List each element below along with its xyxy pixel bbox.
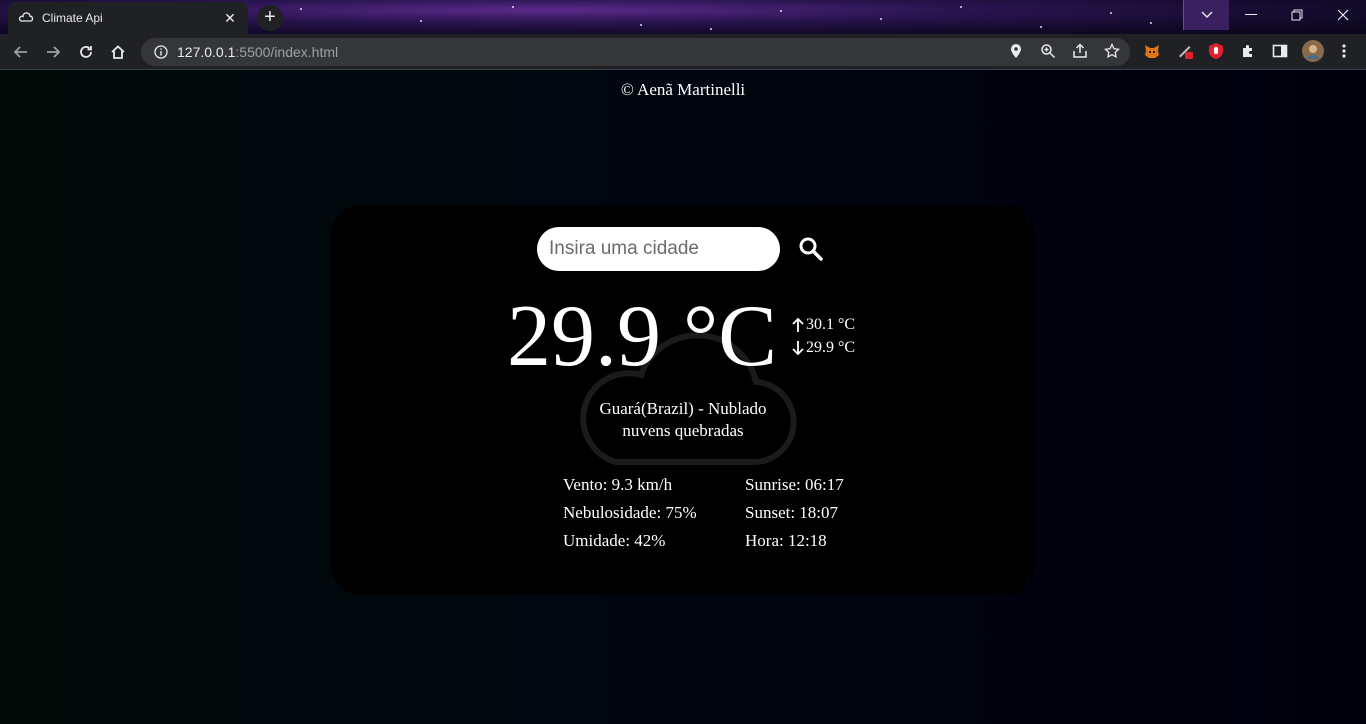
menu-kebab-icon[interactable] <box>1335 42 1353 60</box>
search-button[interactable] <box>795 233 827 265</box>
temp-min: 29.9 °C <box>806 339 856 356</box>
back-button[interactable] <box>11 42 31 62</box>
cloud-favicon-icon <box>18 12 34 22</box>
address-bar[interactable]: 127.0.0.1:5500/index.html <box>141 38 1130 66</box>
city-search-input[interactable] <box>537 227 780 271</box>
chevron-down-icon <box>1201 11 1212 18</box>
local-time: Hora: 12:18 <box>745 531 827 550</box>
wind-speed: Vento: 9.3 km/h <box>563 475 673 494</box>
share-icon[interactable] <box>1070 41 1090 61</box>
fox-extension-icon[interactable] <box>1143 42 1161 60</box>
restore-button[interactable] <box>1274 0 1320 30</box>
hand-block-extension-icon[interactable] <box>1207 42 1225 60</box>
pen-extension-icon[interactable] <box>1176 42 1194 60</box>
humidity: Umidade: 42% <box>563 531 666 550</box>
close-tab-icon[interactable]: ✕ <box>222 10 238 26</box>
search-icon <box>799 237 823 261</box>
tab-climate-api[interactable]: Climate Api ✕ <box>8 2 248 34</box>
minimize-button[interactable] <box>1228 0 1274 30</box>
sunrise-time: Sunrise: 06:17 <box>745 475 844 494</box>
temp-min-row: 29.9 °C <box>791 336 855 359</box>
temp-range: 30.1 °C 29.9 °C <box>791 313 855 359</box>
details-column-right: Sunrise: 06:17 Sunset: 18:07 Hora: 12:18 <box>745 471 844 555</box>
location-line: Guará(Brazil) - Nublado <box>599 399 767 418</box>
profile-avatar[interactable] <box>1302 40 1324 62</box>
close-window-button[interactable] <box>1320 0 1366 30</box>
back-arrow-icon <box>13 46 27 58</box>
sunset-time: Sunset: 18:07 <box>745 503 839 522</box>
temp-max-row: 30.1 °C <box>791 313 855 336</box>
copyright-text: © Aenã Martinelli <box>620 80 746 99</box>
cloudiness: Nebulosidade: 75% <box>563 503 697 522</box>
url-path: :5500/index.html <box>235 44 339 60</box>
arrow-down-icon <box>792 340 804 355</box>
new-tab-button[interactable]: + <box>257 5 283 31</box>
home-icon <box>111 45 125 59</box>
url-host: 127.0.0.1 <box>177 44 236 60</box>
tab-search-button[interactable] <box>1183 0 1229 30</box>
reload-icon <box>80 46 92 58</box>
weather-description: nuvens quebradas <box>622 421 744 440</box>
tab-bar: Climate Api ✕ + <box>0 0 1366 34</box>
extensions-puzzle-icon[interactable] <box>1239 42 1257 60</box>
forward-button[interactable] <box>43 42 63 62</box>
weather-card: 29.9 °C 30.1 °C 29.9 °C Guará(Brazil) - … <box>331 205 1035 595</box>
info-icon[interactable] <box>153 44 169 60</box>
side-panel-icon[interactable] <box>1271 42 1289 60</box>
location-icon[interactable] <box>1006 41 1026 61</box>
forward-arrow-icon <box>47 46 61 58</box>
zoom-icon[interactable] <box>1038 41 1058 61</box>
home-button[interactable] <box>108 42 128 62</box>
tab-title: Climate Api <box>42 11 103 25</box>
arrow-up-icon <box>792 317 804 332</box>
page-content: © Aenã Martinelli 29.9 °C 30.1 °C 29.9 °… <box>0 70 1366 724</box>
details-column-left: Vento: 9.3 km/h Nebulosidade: 75% Umidad… <box>563 471 697 555</box>
current-temperature: 29.9 °C <box>507 288 777 385</box>
temp-max: 30.1 °C <box>806 316 856 333</box>
close-icon <box>1337 9 1349 21</box>
minimize-icon <box>1245 14 1257 15</box>
restore-icon <box>1291 9 1303 21</box>
bookmark-star-icon[interactable] <box>1102 41 1122 61</box>
location-info: Guará(Brazil) - Nublado nuvens quebradas <box>331 398 1035 442</box>
browser-toolbar: 127.0.0.1:5500/index.html <box>0 34 1366 70</box>
browser-chrome: Climate Api ✕ + 127.0.0.1:5500/index.ht… <box>0 0 1366 70</box>
reload-button[interactable] <box>76 42 96 62</box>
